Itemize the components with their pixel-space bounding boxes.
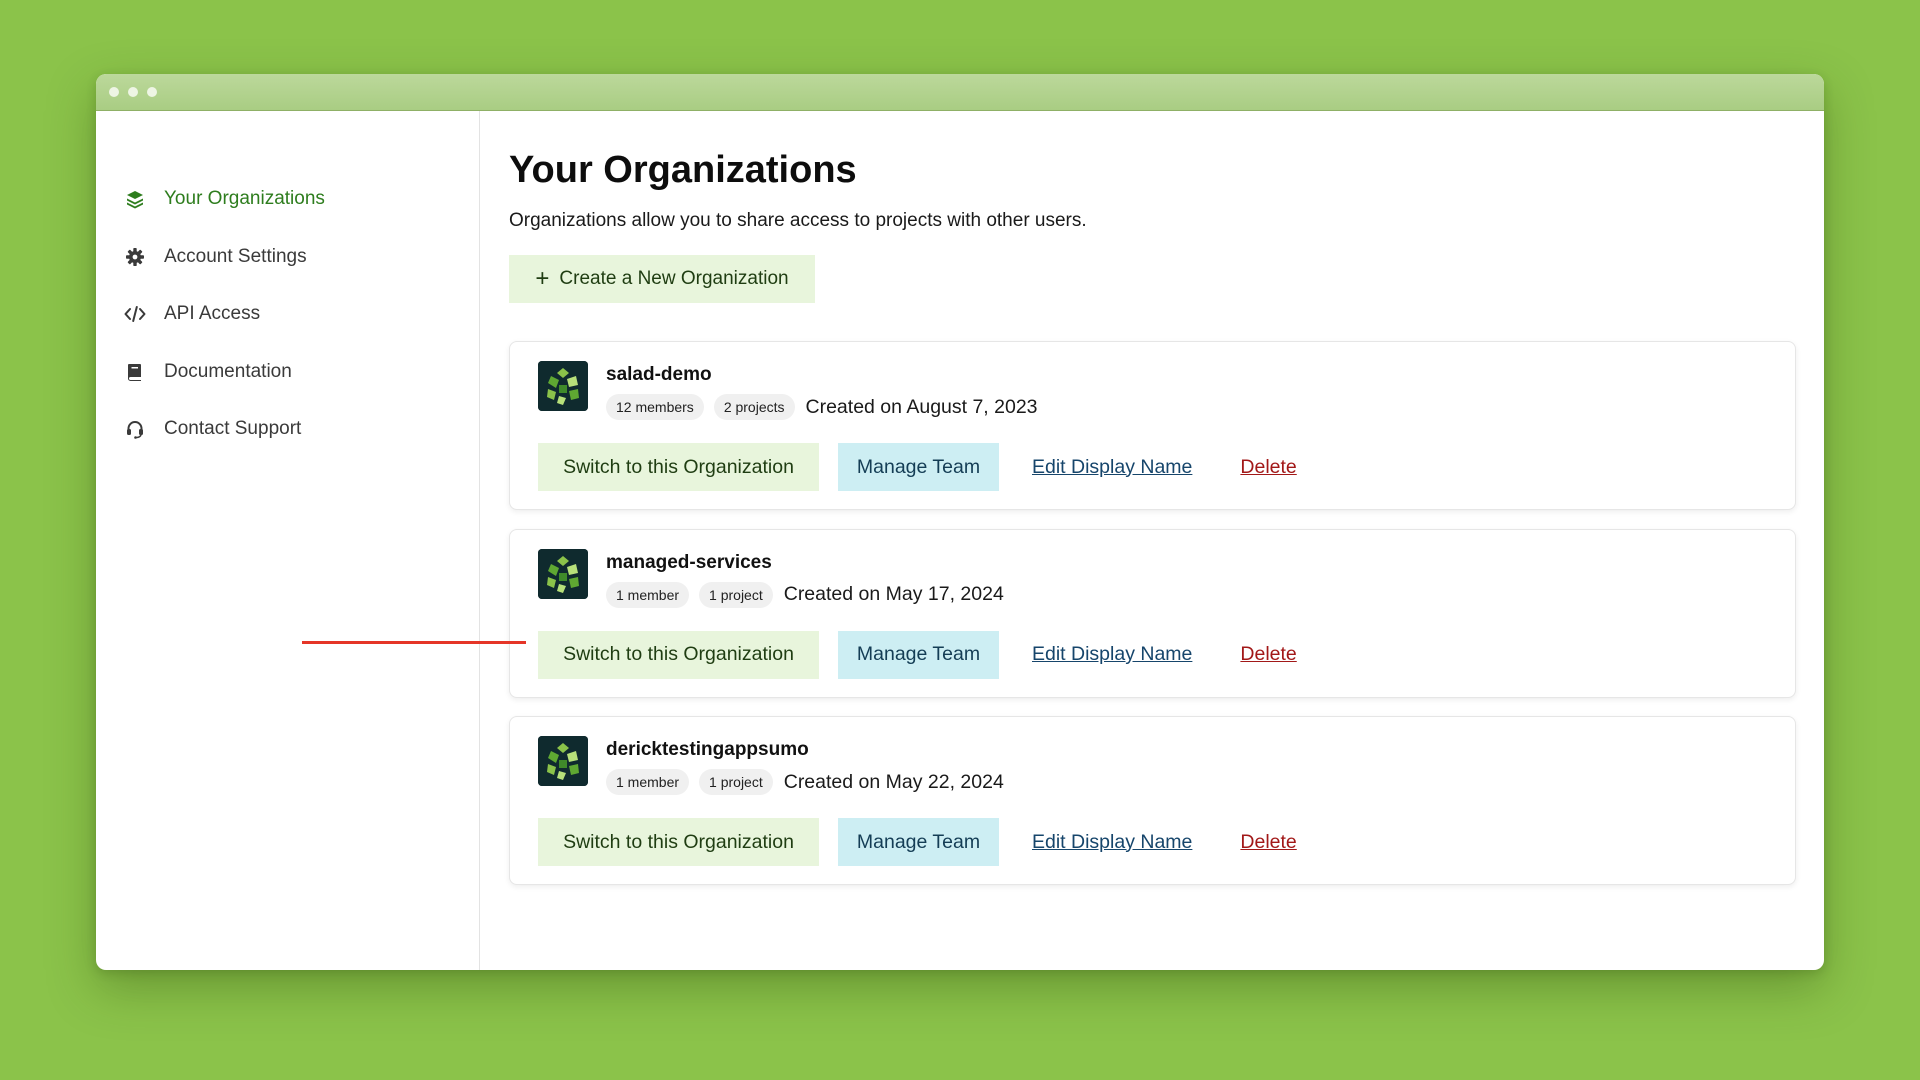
organization-actions: Switch to this Organization Manage Team … (538, 443, 1297, 491)
window-minimize-dot[interactable] (128, 87, 138, 97)
sidebar-nav: Your Organizations Account Settings API … (124, 185, 325, 473)
sidebar-item-contact-support[interactable]: Contact Support (124, 415, 325, 443)
sidebar-item-label: Account Settings (164, 245, 307, 267)
switch-organization-button[interactable]: Switch to this Organization (538, 630, 819, 679)
manage-team-button[interactable]: Manage Team (838, 630, 999, 679)
sidebar-item-label: Your Organizations (164, 188, 325, 209)
window-zoom-dot[interactable] (147, 87, 157, 97)
manage-team-button[interactable]: Manage Team (838, 443, 999, 491)
members-badge: 1 member (606, 581, 690, 608)
create-organization-button[interactable]: + Create a New Organization (509, 255, 815, 303)
headset-icon (124, 418, 146, 440)
annotation-arrow-line (302, 641, 526, 644)
sidebar-item-documentation[interactable]: Documentation (124, 358, 325, 386)
organization-logo-icon (538, 361, 588, 411)
sidebar-item-api-access[interactable]: API Access (124, 300, 325, 328)
projects-badge: 1 project (699, 769, 773, 795)
sidebar-item-account-settings[interactable]: Account Settings (124, 243, 325, 271)
app-content: Your Organizations Account Settings API … (96, 111, 1824, 970)
manage-team-button[interactable]: Manage Team (838, 818, 999, 866)
organization-meta: 1 member 1 project Created on May 17, 20… (606, 581, 1004, 608)
organization-logo-icon (538, 736, 588, 786)
sidebar-item-label: API Access (164, 303, 261, 324)
edit-display-name-link[interactable]: Edit Display Name (1032, 456, 1192, 479)
created-date: Created on May 22, 2024 (783, 770, 1004, 793)
sidebar-item-your-organizations[interactable]: Your Organizations (124, 185, 325, 213)
window-close-dot[interactable] (109, 87, 119, 97)
organization-actions: Switch to this Organization Manage Team … (538, 630, 1297, 679)
app-window: Your Organizations Account Settings API … (96, 74, 1824, 970)
layers-icon (124, 188, 146, 210)
sidebar-item-label: Contact Support (164, 418, 302, 439)
code-icon (124, 303, 146, 325)
organization-card: salad-demo 12 members 2 projects Created… (509, 341, 1796, 510)
members-badge: 1 member (606, 769, 690, 795)
organization-actions: Switch to this Organization Manage Team … (538, 818, 1297, 866)
organization-card: dericktestingappsumo 1 member 1 project … (509, 716, 1796, 885)
plus-icon: + (535, 265, 550, 292)
created-date: Created on August 7, 2023 (805, 395, 1038, 418)
edit-display-name-link[interactable]: Edit Display Name (1032, 831, 1192, 854)
organization-list: salad-demo 12 members 2 projects Created… (509, 341, 1796, 904)
page-subtitle: Organizations allow you to share access … (509, 210, 1087, 231)
organization-name: dericktestingappsumo (606, 739, 809, 760)
projects-badge: 1 project (699, 581, 773, 608)
projects-badge: 2 projects (713, 394, 795, 420)
book-icon (124, 361, 146, 383)
organization-meta: 12 members 2 projects Created on August … (606, 394, 1038, 420)
delete-organization-link[interactable]: Delete (1240, 831, 1296, 854)
organization-name: managed-services (606, 551, 772, 573)
created-date: Created on May 17, 2024 (783, 583, 1004, 605)
organization-logo-icon (538, 548, 588, 599)
gear-icon (124, 246, 146, 268)
page-title: Your Organizations (509, 149, 857, 191)
sidebar: Your Organizations Account Settings API … (96, 111, 480, 970)
delete-organization-link[interactable]: Delete (1240, 643, 1296, 666)
create-organization-label: Create a New Organization (559, 268, 789, 289)
organization-meta: 1 member 1 project Created on May 22, 20… (606, 769, 1004, 795)
sidebar-item-label: Documentation (164, 360, 292, 382)
members-badge: 12 members (606, 394, 704, 420)
organization-name: salad-demo (606, 364, 712, 385)
edit-display-name-link[interactable]: Edit Display Name (1032, 643, 1192, 666)
switch-organization-button[interactable]: Switch to this Organization (538, 443, 819, 491)
window-titlebar (96, 74, 1824, 111)
delete-organization-link[interactable]: Delete (1240, 456, 1296, 479)
organization-card: managed-services 1 member 1 project Crea… (509, 528, 1796, 698)
switch-organization-button[interactable]: Switch to this Organization (538, 818, 819, 866)
